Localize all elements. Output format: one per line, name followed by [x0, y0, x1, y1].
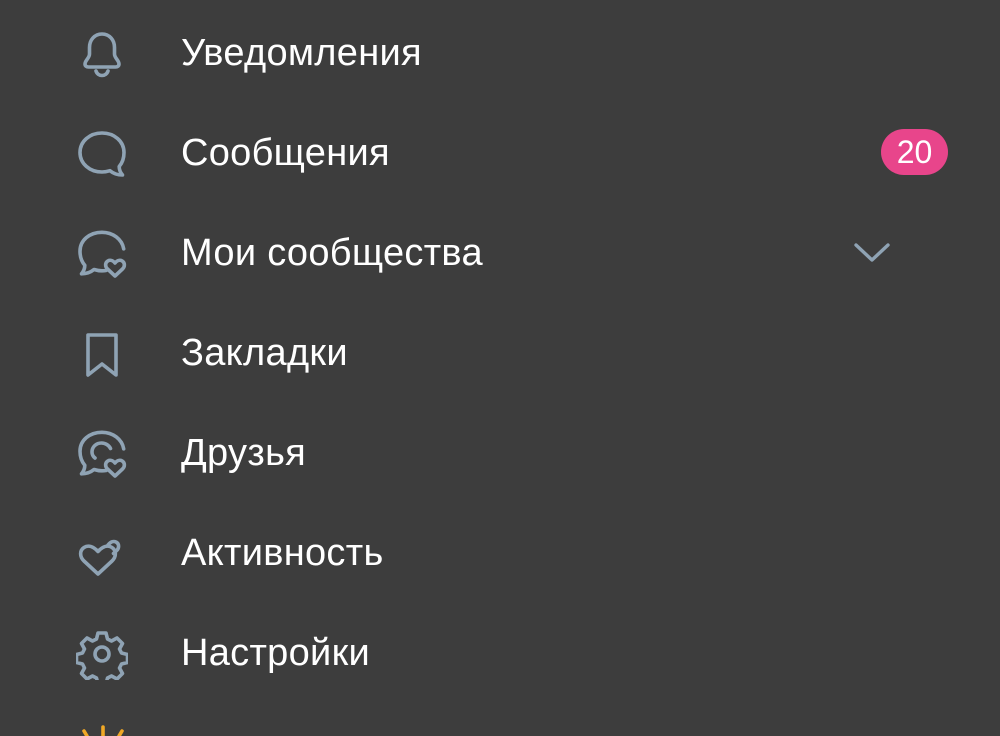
menu-item-notifications[interactable]: Уведомления	[0, 2, 1000, 102]
chevron-down-icon[interactable]	[852, 235, 892, 269]
menu-item-communities[interactable]: Мои сообщества	[0, 202, 1000, 302]
menu-item-label: Друзья	[181, 432, 307, 474]
menu-item-label: Активность	[181, 532, 384, 574]
menu-item-label: Настройки	[181, 632, 371, 674]
menu-item-label: Сообщения	[181, 132, 390, 174]
bell-icon	[76, 28, 128, 80]
menu-item-friends[interactable]: Друзья	[0, 402, 1000, 502]
unread-count-badge: 20	[881, 129, 948, 175]
sun-icon	[78, 724, 128, 736]
gear-icon	[76, 628, 128, 680]
message-bubble-icon	[76, 128, 128, 180]
menu-item-activity[interactable]: Активность	[0, 502, 1000, 602]
side-menu: Уведомления Сообщения 20 Мои сообщества	[0, 0, 1000, 736]
menu-item-label: Уведомления	[181, 32, 422, 74]
menu-item-bookmarks[interactable]: Закладки	[0, 302, 1000, 402]
menu-item-label: Закладки	[181, 332, 348, 374]
communities-heart-icon	[76, 228, 128, 280]
menu-item-settings[interactable]: Настройки	[0, 602, 1000, 702]
menu-item-label: Мои сообщества	[181, 232, 483, 274]
hearts-icon	[76, 528, 128, 580]
friends-heart-icon	[76, 428, 128, 480]
bookmark-icon	[76, 328, 128, 380]
menu-item-messages[interactable]: Сообщения 20	[0, 102, 1000, 202]
